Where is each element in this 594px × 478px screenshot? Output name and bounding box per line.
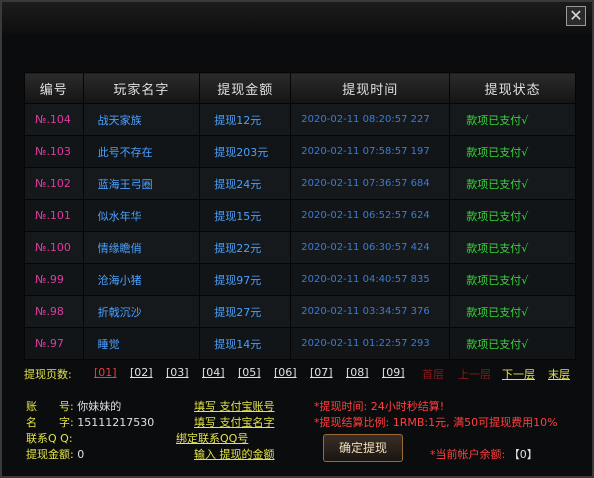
row-status: 款项已支付√: [449, 295, 576, 328]
page-link-01[interactable]: [01]: [94, 366, 117, 379]
row-player-name: 蓝海王弓圈: [82, 167, 201, 200]
row-id: №.97: [24, 327, 84, 360]
row-id: №.103: [24, 135, 84, 168]
next-page-link[interactable]: 下一层: [502, 366, 535, 382]
row-status: 款项已支付√: [449, 199, 576, 232]
prev-page-link[interactable]: 上一层: [458, 366, 491, 382]
table-row: №.98 折戟沉沙 提现27元 2020-02-11 03:34:57 376 …: [24, 295, 576, 328]
page-link-05[interactable]: [05]: [238, 366, 261, 379]
row-player-name: 沧海小猪: [82, 263, 201, 296]
row-player-name: 睡觉: [82, 327, 201, 360]
page-link-03[interactable]: [03]: [166, 366, 189, 379]
page-link-02[interactable]: [02]: [130, 366, 153, 379]
row-amount: 提现27元: [199, 295, 292, 328]
qq-label: 联系Q Q:: [26, 432, 73, 445]
first-page-link[interactable]: 首层: [422, 366, 444, 382]
table-row: №.102 蓝海王弓圈 提现24元 2020-02-11 07:36:57 68…: [24, 167, 576, 200]
page-link-07[interactable]: [07]: [310, 366, 333, 379]
input-amount-link[interactable]: 输入 提现的金额: [194, 446, 275, 462]
amount-label: 提现金额:: [26, 448, 74, 461]
header-amount: 提现金额: [199, 72, 292, 104]
row-time: 2020-02-11 07:58:57 197: [290, 135, 451, 168]
amount-row: 提现金额: 0: [26, 446, 84, 462]
row-player-name: 战天家族: [82, 103, 201, 136]
row-status: 款项已支付√: [449, 263, 576, 296]
fill-alipay-account-link[interactable]: 填写 支付宝账号: [194, 398, 275, 414]
row-time: 2020-02-11 03:34:57 376: [290, 295, 451, 328]
page-link-08[interactable]: [08]: [346, 366, 369, 379]
table-row: №.104 战天家族 提现12元 2020-02-11 08:20:57 227…: [24, 103, 576, 136]
row-id: №.101: [24, 199, 84, 232]
amount-value: 0: [77, 448, 85, 461]
row-time: 2020-02-11 06:30:57 424: [290, 231, 451, 264]
row-status: 款项已支付√: [449, 231, 576, 264]
withdraw-ratio-note: *提现结算比例: 1RMB:1元, 满50可提现费用10%: [314, 416, 558, 429]
fill-alipay-name-link[interactable]: 填写 支付宝名字: [194, 414, 275, 430]
balance-label: *当前帐户余额:: [430, 448, 506, 461]
row-amount: 提现22元: [199, 231, 292, 264]
row-id: №.99: [24, 263, 84, 296]
row-amount: 提现24元: [199, 167, 292, 200]
row-amount: 提现14元: [199, 327, 292, 360]
row-amount: 提现15元: [199, 199, 292, 232]
account-label: 账 号:: [26, 400, 74, 413]
row-player-name: 折戟沉沙: [82, 295, 201, 328]
last-page-link[interactable]: 末层: [548, 366, 570, 382]
row-player-name: 似水年华: [82, 199, 201, 232]
row-player-name: 情缘瞻俏: [82, 231, 201, 264]
name-value: 15111217530: [77, 416, 155, 429]
row-status: 款项已支付√: [449, 327, 576, 360]
confirm-withdraw-button[interactable]: 确定提现: [323, 434, 403, 462]
header-status: 提现状态: [449, 72, 576, 104]
row-time: 2020-02-11 01:22:57 293: [290, 327, 451, 360]
row-id: №.98: [24, 295, 84, 328]
pagination-label: 提现页数:: [24, 368, 72, 381]
bind-qq-link[interactable]: 绑定联系QQ号: [176, 430, 248, 446]
row-status: 款项已支付√: [449, 103, 576, 136]
row-status: 款项已支付√: [449, 135, 576, 168]
page-link-06[interactable]: [06]: [274, 366, 297, 379]
account-value: 你妹妹的: [77, 400, 122, 413]
table-row: №.101 似水年华 提现15元 2020-02-11 06:52:57 624…: [24, 199, 576, 232]
name-row: 名 字: 15111217530: [26, 414, 154, 430]
row-id: №.100: [24, 231, 84, 264]
withdraw-record-table: 编号 玩家名字 提现金额 提现时间 提现状态 №.104 战天家族 提现12元 …: [24, 72, 576, 360]
page-link-04[interactable]: [04]: [202, 366, 225, 379]
row-time: 2020-02-11 04:40:57 835: [290, 263, 451, 296]
table-row: №.97 睡觉 提现14元 2020-02-11 01:22:57 293 款项…: [24, 327, 576, 360]
header-time: 提现时间: [290, 72, 451, 104]
row-amount: 提现97元: [199, 263, 292, 296]
title-bar: [2, 2, 592, 34]
row-time: 2020-02-11 08:20:57 227: [290, 103, 451, 136]
row-id: №.102: [24, 167, 84, 200]
table-header-row: 编号 玩家名字 提现金额 提现时间 提现状态: [24, 72, 576, 104]
close-icon: ✕: [569, 6, 583, 25]
balance-value: 【0】: [508, 448, 538, 461]
page-link-09[interactable]: [09]: [382, 366, 405, 379]
row-amount: 提现12元: [199, 103, 292, 136]
row-player-name: 此号不存在: [82, 135, 201, 168]
header-id: 编号: [24, 72, 84, 104]
balance-row: *当前帐户余额: 【0】: [430, 446, 538, 462]
table-row: №.100 情缘瞻俏 提现22元 2020-02-11 06:30:57 424…: [24, 231, 576, 264]
close-button[interactable]: ✕: [566, 6, 586, 26]
row-time: 2020-02-11 06:52:57 624: [290, 199, 451, 232]
row-time: 2020-02-11 07:36:57 684: [290, 167, 451, 200]
withdraw-window: ✕ 编号 玩家名字 提现金额 提现时间 提现状态 №.104 战天家族 提现12…: [0, 0, 594, 478]
table-row: №.99 沧海小猪 提现97元 2020-02-11 04:40:57 835 …: [24, 263, 576, 296]
account-row: 账 号: 你妹妹的: [26, 398, 121, 414]
header-player-name: 玩家名字: [82, 72, 201, 104]
row-amount: 提现203元: [199, 135, 292, 168]
row-status: 款项已支付√: [449, 167, 576, 200]
qq-row: 联系Q Q:: [26, 430, 73, 446]
row-id: №.104: [24, 103, 84, 136]
withdraw-time-note: *提现时间: 24小时秒结算!: [314, 400, 445, 413]
name-label: 名 字:: [26, 416, 74, 429]
table-row: №.103 此号不存在 提现203元 2020-02-11 07:58:57 1…: [24, 135, 576, 168]
